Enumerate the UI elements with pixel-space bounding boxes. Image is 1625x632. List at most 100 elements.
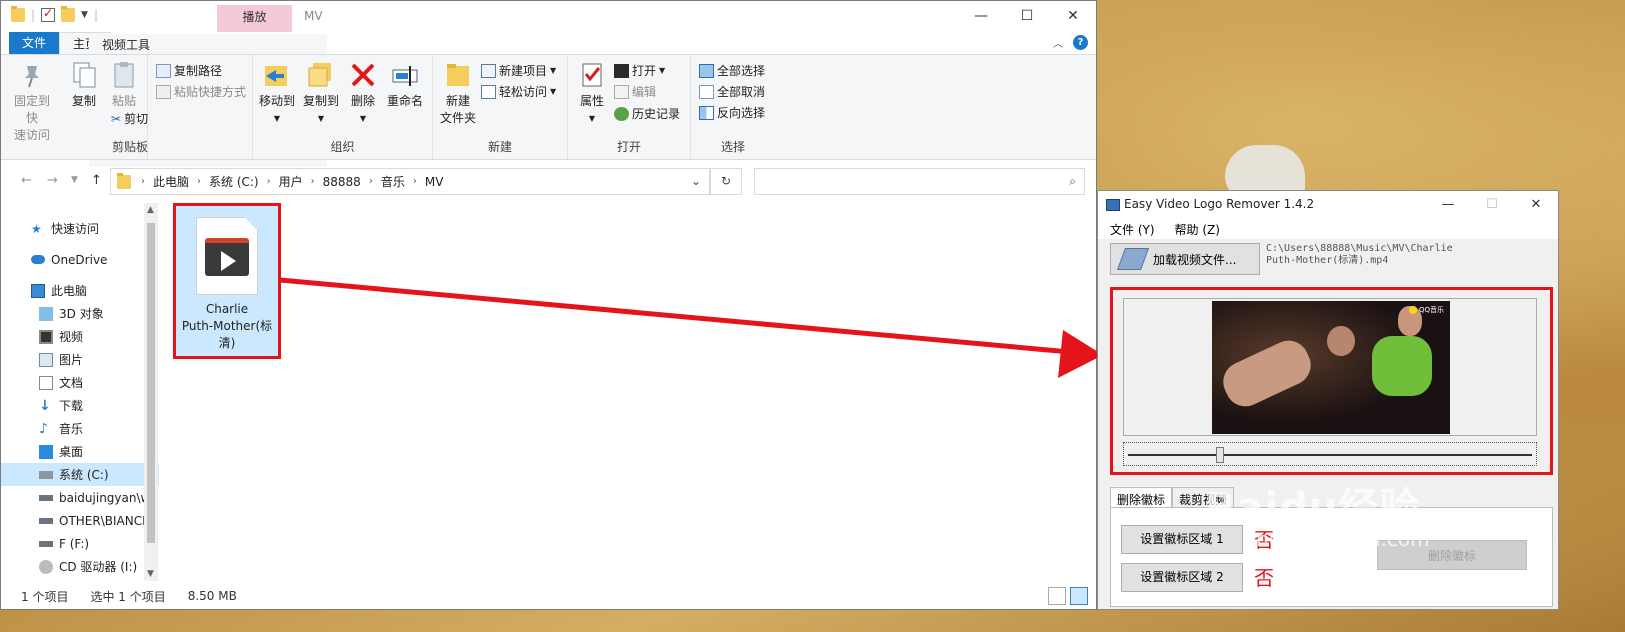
nav-music[interactable]: ♪ 音乐 [1,417,159,440]
folder-icon [117,172,131,189]
open-button[interactable]: 打开 ▼ [614,62,665,79]
properties-icon[interactable] [41,6,56,22]
breadcrumb-mv[interactable]: MV [425,175,444,189]
history-button[interactable]: 历史记录 [614,105,680,122]
nav-onedrive[interactable]: OneDrive [1,248,159,271]
ribbon-tabs: 文件 主页 共享 查看 视频工具 ︿ ? [1,32,1096,167]
document-icon [39,375,53,390]
back-arrow-icon[interactable]: ← [21,173,32,188]
collapse-ribbon-icon[interactable]: ︿ [1053,35,1063,50]
nav-network-drive-2[interactable]: OTHER\BIANCH [1,509,159,532]
set-logo-area-2-button[interactable]: 设置徽标区域 2 [1121,563,1243,592]
menu-help[interactable]: 帮助 (Z) [1175,221,1220,238]
cut-button[interactable]: ✂ 剪切 [111,110,148,127]
nav-this-pc[interactable]: 此电脑 [1,279,159,302]
delete-button[interactable]: 删除 ▼ [348,60,378,127]
address-dropdown-icon[interactable]: ⌄ [691,174,701,188]
select-all-button[interactable]: 全部选择 [699,62,765,79]
set-logo-area-1-button[interactable]: 设置徽标区域 1 [1121,525,1243,554]
pin-quick-access-button[interactable]: 固定到快 速访问 [9,60,55,144]
details-view-icon[interactable] [1048,587,1066,605]
video-logo-remover-window: Easy Video Logo Remover 1.4.2 — ☐ ✕ 文件 (… [1097,190,1559,610]
maximize-button[interactable]: ☐ [1004,1,1050,31]
load-video-button[interactable]: 加载视频文件... [1110,243,1260,275]
evlr-minimize-button[interactable]: — [1426,191,1470,219]
invert-selection-button[interactable]: 反向选择 [699,104,765,121]
evlr-close-button[interactable]: ✕ [1514,191,1558,219]
nav-quick-access[interactable]: ★ 快速访问 [1,217,159,240]
breadcrumb-music[interactable]: 音乐 [381,173,405,190]
select-all-icon [699,63,714,78]
video-position-slider[interactable] [1123,442,1537,466]
open-icon [614,63,629,78]
recent-locations-icon[interactable]: ▼ [71,175,78,185]
new-item-button[interactable]: 新建项目 ▼ [481,62,556,79]
folder-icon[interactable] [11,6,25,22]
copy-button[interactable]: 复制 [66,60,102,110]
refresh-button[interactable]: ↻ [710,168,742,195]
address-row: ← → ▼ ↑ › 此电脑 › 系统 (C:) › 用户 › 88888 › 音… [1,163,1096,199]
nav-pictures[interactable]: 图片 [1,348,159,371]
video-preview-panel: QQ音乐 [1123,298,1537,436]
video-file-icon [196,217,258,295]
cd-drive-icon [39,559,53,574]
up-arrow-icon[interactable]: ↑ [91,173,102,188]
star-icon: ★ [31,221,42,236]
search-input[interactable]: ⌕ [754,168,1085,195]
video-file-item[interactable]: Charlie Puth-Mother(标 清) [173,203,281,359]
menu-file[interactable]: 文件 (Y) [1110,221,1155,238]
preview-highlight-box: QQ音乐 [1110,287,1553,475]
nav-documents[interactable]: 文档 [1,371,159,394]
close-button[interactable]: ✕ [1050,1,1096,31]
rename-button[interactable]: 重命名 [383,60,427,110]
copy-to-button[interactable]: 复制到 ▼ [301,60,341,127]
selected-size: 8.50 MB [187,589,237,603]
drive-icon [39,470,53,479]
nav-3d-objects[interactable]: 3D 对象 [1,302,159,325]
delete-icon [348,60,378,90]
customize-toolbar-icon[interactable]: ▼ [81,10,88,20]
file-name: Charlie Puth-Mother(标 清) [181,302,273,350]
select-none-button[interactable]: 全部取消 [699,83,765,100]
new-folder-button[interactable]: 新建 文件夹 [438,60,478,127]
help-icon[interactable]: ? [1073,35,1088,50]
edit-button[interactable]: 编辑 [614,83,656,100]
video-frame[interactable]: QQ音乐 [1212,301,1450,434]
nav-downloads[interactable]: ↓ 下载 [1,394,159,417]
easy-access-button[interactable]: 轻松访问 ▼ [481,83,556,100]
nav-network-drive-1[interactable]: baidujingyan\w [1,486,159,509]
paste-button[interactable]: 粘贴 [106,60,142,110]
forward-arrow-icon[interactable]: → [47,173,58,188]
remove-logo-button[interactable]: 删除徽标 [1377,540,1527,570]
slider-thumb[interactable] [1215,447,1224,463]
history-icon [614,106,629,121]
breadcrumb-users[interactable]: 用户 [279,173,303,190]
group-open: 属性 ▼ 打开 ▼ 编辑 历史记录 打开 [568,55,691,159]
move-to-button[interactable]: 移动到 ▼ [257,60,297,127]
breadcrumb-this-pc[interactable]: 此电脑 [153,173,189,190]
large-icons-view-icon[interactable] [1070,587,1088,605]
scroll-down-icon[interactable]: ▼ [147,569,154,579]
tab-file[interactable]: 文件 [9,32,60,54]
nav-cd-drive[interactable]: CD 驱动器 (I:) [1,555,159,578]
properties-button[interactable]: 属性 ▼ [574,60,610,127]
minimize-button[interactable]: — [958,1,1004,31]
evlr-maximize-button[interactable]: ☐ [1470,191,1514,219]
play-context-tab[interactable]: 播放 [217,5,292,32]
play-icon [221,251,236,271]
nav-system-c[interactable]: 系统 (C:) [1,463,159,486]
nav-scrollbar[interactable]: ▲ ▼ [144,203,158,581]
network-drive-icon [39,517,53,524]
nav-drive-f[interactable]: F (F:) [1,532,159,555]
breadcrumb-system-c[interactable]: 系统 (C:) [209,173,259,190]
nav-videos[interactable]: 视频 [1,325,159,348]
scrollbar-thumb[interactable] [147,223,155,543]
new-folder-icon[interactable] [61,6,76,22]
invert-selection-icon [699,105,714,120]
address-bar[interactable]: › 此电脑 › 系统 (C:) › 用户 › 88888 › 音乐 › MV ⌄ [110,168,710,195]
nav-desktop[interactable]: 桌面 [1,440,159,463]
scroll-up-icon[interactable]: ▲ [147,205,154,215]
easy-access-icon [481,84,496,99]
explorer-titlebar: | ▼ | 播放 MV — ☐ ✕ [1,1,1096,32]
breadcrumb-user[interactable]: 88888 [323,175,361,189]
